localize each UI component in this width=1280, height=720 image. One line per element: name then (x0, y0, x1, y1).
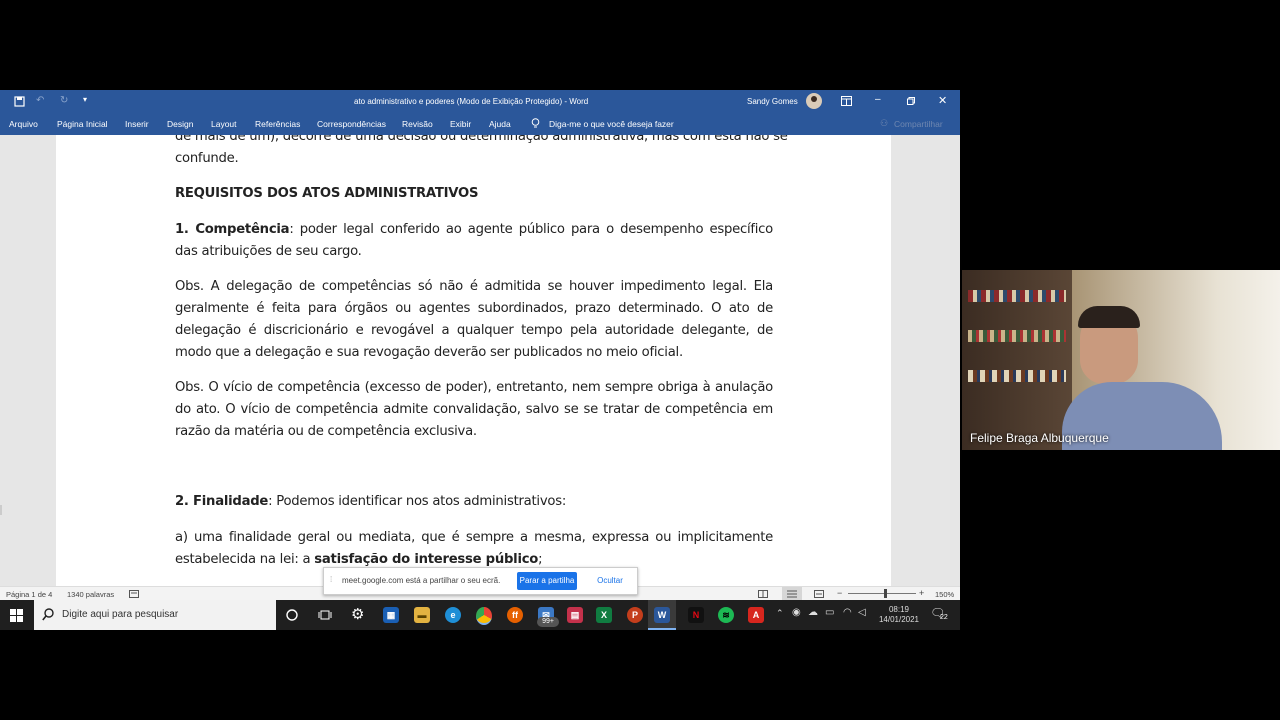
participant-name: Felipe Braga Albuquerque (970, 431, 1109, 445)
stop-sharing-button[interactable]: Parar a partilha (517, 572, 577, 590)
paragraph-obs-delegacao: Obs. A delegação de competências só não … (175, 279, 773, 360)
share-button[interactable]: Compartilhar (894, 119, 943, 129)
page-count[interactable]: Página 1 de 4 (6, 590, 52, 599)
proofing-icon[interactable] (129, 590, 139, 598)
windows-start-icon[interactable] (10, 609, 23, 622)
store-icon[interactable]: ▦ (383, 607, 399, 623)
tab-correspondencias[interactable]: Correspondências (317, 119, 386, 129)
task-view-icon[interactable] (318, 609, 332, 621)
date: 14/01/2021 (878, 615, 920, 624)
customize-toolbar-icon[interactable]: ▾ (83, 95, 87, 104)
hide-button[interactable]: Ocultar (590, 572, 630, 590)
screen-share-bar: ⁞ meet.google.com está a partilhar o seu… (323, 567, 638, 595)
tab-pagina-inicial[interactable]: Página Inicial (57, 119, 108, 129)
zoom-slider[interactable] (848, 593, 916, 594)
tab-layout[interactable]: Layout (211, 119, 237, 129)
document-area: de mais de um), decorre de uma decisão o… (0, 135, 960, 586)
volume-icon[interactable]: ◁ (858, 607, 866, 618)
tab-exibir[interactable]: Exibir (450, 119, 471, 129)
tab-ajuda[interactable]: Ajuda (489, 119, 511, 129)
notification-count: 22 (940, 614, 948, 621)
restore-icon[interactable] (907, 97, 915, 105)
search-icon (42, 608, 54, 621)
word-taskbar-button[interactable]: W (648, 600, 676, 630)
mail-badge: 99+ (537, 617, 559, 627)
print-layout-icon (787, 590, 797, 598)
tell-me-search[interactable]: Diga-me o que você deseja fazer (549, 119, 674, 129)
excel-icon[interactable]: X (596, 607, 612, 623)
bold-label: 1. Competência (175, 222, 290, 237)
tab-arquivo[interactable]: Arquivo (9, 119, 38, 129)
paragraph-obs-vicio: Obs. O vício de competência (excesso de … (175, 380, 773, 439)
time: 08:19 (888, 605, 910, 614)
acrobat-icon[interactable]: A (748, 607, 764, 623)
books-row (968, 290, 1066, 302)
tab-revisao[interactable]: Revisão (402, 119, 433, 129)
tab-referencias[interactable]: Referências (255, 119, 300, 129)
bold-label: 2. Finalidade (175, 494, 269, 509)
redo-icon[interactable]: ↻ (60, 95, 68, 106)
word-count[interactable]: 1340 palavras (67, 590, 114, 599)
edge-icon[interactable]: e (445, 607, 461, 623)
word-icon: W (654, 607, 670, 623)
drag-handle-icon[interactable]: ⁞ (330, 575, 332, 584)
minimize-icon[interactable]: – (875, 94, 881, 105)
participant-video-tile: Felipe Braga Albuquerque (962, 270, 1280, 450)
undo-icon[interactable]: ↶ (36, 95, 44, 106)
zoom-slider-thumb[interactable] (884, 589, 887, 598)
person-hair (1078, 306, 1140, 328)
paragraph-text: : Podemos identificar nos atos administr… (268, 494, 567, 509)
tab-design[interactable]: Design (167, 119, 193, 129)
onedrive-icon[interactable]: ☁ (808, 607, 818, 618)
save-icon[interactable] (14, 96, 25, 107)
paragraph-intro: de mais de um), decorre de uma decisão o… (175, 135, 788, 170)
close-icon[interactable]: ✕ (938, 94, 947, 107)
title-bar: ↶ ↻ ▾ ato administrativo e poderes (Modo… (0, 90, 960, 112)
paragraph-competencia: 1. Competência: poder legal conferido ao… (175, 219, 773, 263)
paragraph-text: ; (538, 552, 543, 567)
firefox-icon[interactable]: ff (507, 607, 523, 623)
resize-handle[interactable] (0, 505, 2, 515)
window-title: ato administrativo e poderes (Modo de Ex… (354, 97, 589, 106)
paragraph-finalidade-a: a) uma finalidade geral ou mediata, que … (175, 527, 773, 571)
zoom-in-icon[interactable]: + (919, 588, 924, 598)
user-name[interactable]: Sandy Gomes (747, 97, 798, 106)
cortana-icon[interactable] (286, 609, 298, 621)
text-line: confunde. (175, 151, 239, 166)
share-status-text: meet.google.com está a partilhar o seu e… (342, 576, 501, 585)
chevron-up-icon[interactable]: ⌃ (776, 608, 784, 619)
ribbon-display-icon[interactable] (841, 96, 852, 106)
spotify-icon[interactable]: ≋ (718, 607, 734, 623)
bold-text: satisfação do interesse público (314, 552, 539, 567)
meet-tray-icon[interactable]: ◉ (792, 607, 801, 618)
wifi-icon[interactable]: ◠ (843, 607, 852, 618)
clock[interactable]: 08:19 14/01/2021 (876, 605, 922, 625)
word-window: ↶ ↻ ▾ ato administrativo e poderes (Modo… (0, 90, 960, 630)
paragraph-finalidade: 2. Finalidade: Podemos identificar nos a… (175, 491, 773, 513)
books-row (968, 370, 1066, 382)
netflix-icon[interactable]: N (688, 607, 704, 623)
battery-icon[interactable]: ▭ (825, 607, 834, 618)
chrome-icon[interactable] (476, 607, 492, 625)
zoom-level[interactable]: 150% (935, 590, 954, 599)
text-line: de mais de um), decorre de uma decisão o… (175, 135, 788, 144)
section-heading: REQUISITOS DOS ATOS ADMINISTRATIVOS (175, 186, 479, 201)
print-layout-button[interactable] (782, 587, 802, 600)
tab-inserir[interactable]: Inserir (125, 119, 149, 129)
file-explorer-icon[interactable]: ▬ (414, 607, 430, 623)
read-mode-icon[interactable] (758, 590, 768, 598)
web-layout-icon[interactable] (814, 590, 824, 598)
powerpoint-icon[interactable]: P (627, 607, 643, 623)
person-icon: ⚇ (880, 118, 889, 128)
taskbar-search[interactable]: Digite aqui para pesquisar (34, 600, 276, 630)
calendar-icon[interactable]: ▤ (567, 607, 583, 623)
settings-icon[interactable]: ⚙ (351, 605, 364, 623)
taskbar: Digite aqui para pesquisar ⚙ ▦ ▬ e ff ✉ … (0, 600, 960, 630)
ribbon-tabs: Arquivo Página Inicial Inserir Design La… (0, 112, 960, 135)
avatar[interactable] (806, 93, 822, 109)
search-placeholder: Digite aqui para pesquisar (62, 609, 179, 620)
lightbulb-icon (531, 118, 540, 128)
books-row (968, 330, 1066, 342)
zoom-out-icon[interactable]: − (837, 588, 842, 598)
